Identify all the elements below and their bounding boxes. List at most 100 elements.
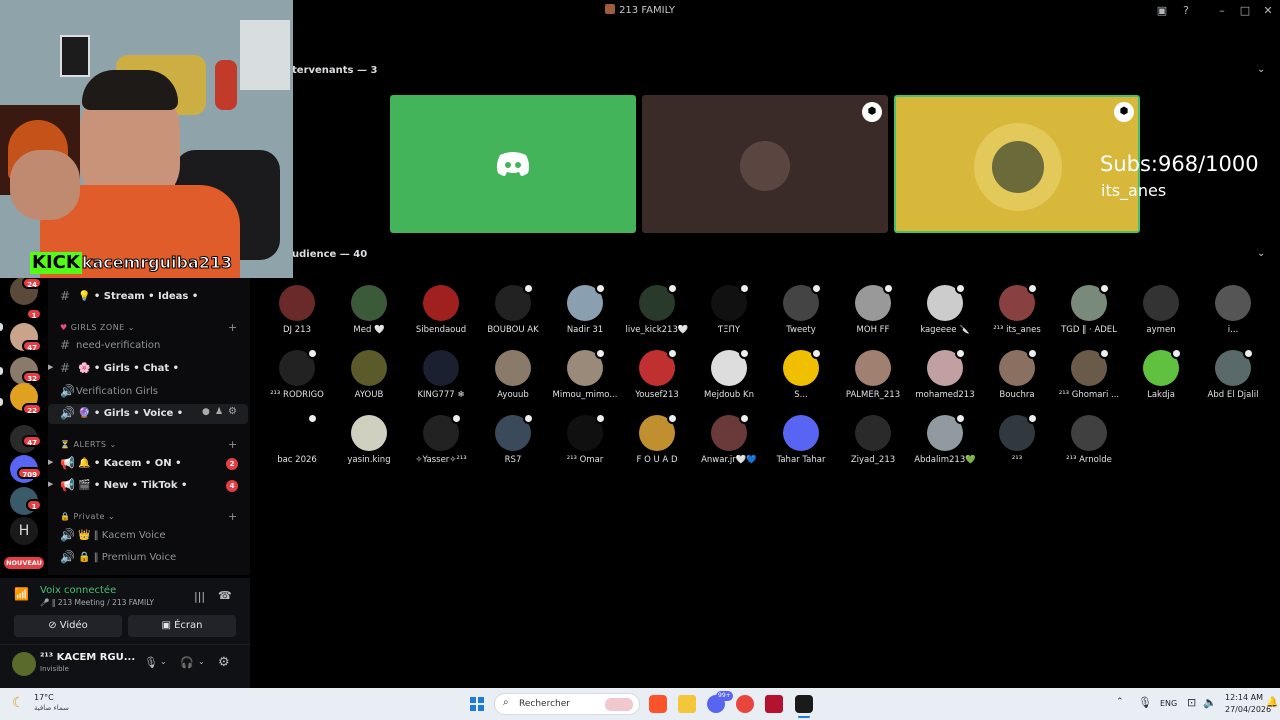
audience-member[interactable]: S... xyxy=(768,348,834,408)
audience-member[interactable]: Abd El Djalil xyxy=(1200,348,1266,408)
audience-member[interactable]: AYOUB xyxy=(336,350,402,408)
audience-member[interactable]: Sibendaoud xyxy=(408,285,474,343)
audience-member[interactable]: i... xyxy=(1200,285,1266,343)
audience-member[interactable]: Lakdja xyxy=(1128,348,1194,408)
audience-member[interactable]: Yousef213 xyxy=(624,348,690,408)
user-name[interactable]: ²¹³ KACEM RGU... xyxy=(40,652,135,663)
brave-icon[interactable] xyxy=(649,695,667,713)
weather-icon[interactable]: ☾ xyxy=(12,695,25,711)
add-channel-icon[interactable]: + xyxy=(228,510,238,523)
channel-kacem-on[interactable]: ▶ 📢 🔔 • Kacem • ON • 2 xyxy=(48,454,248,474)
chevron-up-icon[interactable]: ⌃ xyxy=(1116,697,1124,707)
channel-stream-ideas[interactable]: # 💡 • Stream • Ideas • xyxy=(48,287,248,307)
settings-gear-icon[interactable]: ⚙ xyxy=(228,406,237,417)
clock-date[interactable]: 27/04/2026 xyxy=(1225,705,1271,714)
server-icon[interactable]: H xyxy=(10,517,38,545)
weather-temp[interactable]: 17°C xyxy=(34,693,54,702)
minimize-icon[interactable]: – xyxy=(1215,4,1229,18)
audience-member[interactable]: Tahar Tahar xyxy=(768,415,834,473)
audience-member[interactable]: Med 🤍 xyxy=(336,285,402,343)
category-private[interactable]: 🔒 Private ⌄ + xyxy=(60,510,237,523)
channel-verification-girls[interactable]: 🔊 Verification Girls xyxy=(48,382,248,402)
category-alerts[interactable]: ⏳ ALERTS ⌄ + xyxy=(60,438,237,451)
audience-member[interactable]: DJ 213 xyxy=(264,285,330,343)
audience-member[interactable]: yasin.king xyxy=(336,415,402,473)
help-icon[interactable]: ? xyxy=(1179,4,1193,18)
audience-member[interactable]: BOUBOU AK xyxy=(480,283,546,343)
clock-time[interactable]: 12:14 AM xyxy=(1225,693,1263,702)
speakers-header[interactable]: tervenants — 3 xyxy=(292,65,377,76)
audience-member[interactable]: ²¹³ Omar xyxy=(552,413,618,473)
start-button-icon[interactable] xyxy=(470,697,484,711)
channel-new-tiktok[interactable]: ▶ 📢 🎬 • New • TikTok • 4 xyxy=(48,476,248,496)
notification-bell-icon[interactable]: 🔔 xyxy=(1266,697,1278,708)
audience-member[interactable]: Nadir 31 xyxy=(552,283,618,343)
channel-kacem-voice[interactable]: 🔊 👑 ‖ Kacem Voice xyxy=(48,526,248,546)
audience-member[interactable]: Ziyad_213 xyxy=(840,415,906,473)
add-channel-icon[interactable]: + xyxy=(228,321,238,334)
audience-header[interactable]: udience — 40 xyxy=(292,249,367,260)
channel-girls-voice[interactable]: 🔊 🔮 • Girls • Voice • ● ♟ ⚙ xyxy=(48,404,248,424)
video-button[interactable]: ⊘ Vidéo xyxy=(14,615,122,637)
audience-member[interactable]: F O U A D xyxy=(624,413,690,473)
audience-member[interactable]: ƬΞПY xyxy=(696,283,762,343)
audience-member[interactable]: ²¹³ Arnolde xyxy=(1056,415,1122,473)
avatar[interactable] xyxy=(12,652,36,676)
audience-member[interactable]: Ayouub xyxy=(480,350,546,408)
file-explorer-icon[interactable] xyxy=(678,695,696,713)
audience-member[interactable]: kageeee 🔪 xyxy=(912,283,978,343)
app-icon[interactable] xyxy=(765,695,783,713)
audience-member[interactable]: Mimou_mimo... xyxy=(552,348,618,408)
audience-member[interactable]: PALMER_213 xyxy=(840,350,906,408)
chevron-down-icon[interactable]: ⌄ xyxy=(1257,248,1265,259)
audience-member[interactable]: Tweety xyxy=(768,283,834,343)
audience-member[interactable]: live_kick213🤍 xyxy=(624,283,690,343)
channel-girls-chat[interactable]: ▶ # 🌸 • Girls • Chat • xyxy=(48,359,248,379)
audience-member[interactable]: ²¹³ RODRIGO xyxy=(264,348,330,408)
audience-member[interactable]: ✧Yasser✧²¹³ xyxy=(408,413,474,473)
network-icon[interactable]: ⊡ xyxy=(1187,696,1196,709)
audience-member[interactable]: ²¹³ its_anes xyxy=(984,283,1050,343)
add-channel-icon[interactable]: + xyxy=(228,438,238,451)
kick-app-icon[interactable] xyxy=(795,695,813,713)
microphone-icon[interactable]: 🎙 xyxy=(144,656,158,669)
noise-suppression-icon[interactable]: ||| xyxy=(194,590,205,603)
channel-need-verification[interactable]: # need-verification xyxy=(48,336,248,356)
disconnect-icon[interactable]: ☎ xyxy=(218,589,232,602)
user-settings-gear-icon[interactable]: ⚙ xyxy=(218,655,230,670)
close-icon[interactable]: ✕ xyxy=(1261,4,1275,18)
chat-icon[interactable]: ● xyxy=(202,407,210,417)
audience-member[interactable]: ²¹³ Ghomari ... xyxy=(1056,348,1122,408)
category-girls-zone[interactable]: ♥ GIRLS ZONE ⌄ + xyxy=(60,321,237,334)
chevron-down-icon[interactable]: ⌄ xyxy=(1257,64,1265,75)
speaker-tile[interactable] xyxy=(390,95,636,233)
audience-member[interactable]: bac 2026 xyxy=(264,413,330,473)
audience-member[interactable]: RS7 xyxy=(480,413,546,473)
invite-icon[interactable]: ♟ xyxy=(215,407,223,417)
chevron-down-icon[interactable]: ⌄ xyxy=(160,657,167,666)
screen-share-button[interactable]: ▣ Écran xyxy=(128,615,236,637)
audience-member[interactable]: Abdalim213💚 xyxy=(912,413,978,473)
audience-member[interactable]: aymen xyxy=(1128,285,1194,343)
microphone-tray-icon[interactable]: 🎙 xyxy=(1138,696,1152,709)
audience-member[interactable]: mohamed213 xyxy=(912,348,978,408)
volume-icon[interactable]: 🔈 xyxy=(1203,696,1217,709)
chevron-down-icon[interactable]: ⌄ xyxy=(198,657,205,666)
audience-member[interactable]: Mejdoub Kn xyxy=(696,348,762,408)
chrome-icon[interactable] xyxy=(736,695,754,713)
audience-member[interactable]: TGD ‖ · ADEL xyxy=(1056,283,1122,343)
headphones-icon[interactable]: 🎧 xyxy=(180,656,194,669)
language-indicator[interactable]: ENG xyxy=(1160,699,1177,708)
inbox-icon[interactable]: ▣ xyxy=(1155,4,1169,18)
speaker-tile[interactable]: ⬢ xyxy=(642,95,888,233)
audience-member[interactable]: KING777 ❄ xyxy=(408,350,474,408)
voice-channel-name[interactable]: 🎤 ‖ 213 Meeting / 213 FAMILY xyxy=(40,598,154,607)
channel-premium-voice[interactable]: 🔊 🔒 ‖ Premium Voice xyxy=(48,548,248,568)
audience-member[interactable]: ²¹³ xyxy=(984,413,1050,473)
signal-icon[interactable]: 📶 xyxy=(14,587,29,601)
audience-member[interactable]: Bouchra xyxy=(984,348,1050,408)
audience-member[interactable]: Anwar.jr🤍💙 xyxy=(696,413,762,473)
maximize-icon[interactable]: □ xyxy=(1238,4,1252,18)
taskbar-search[interactable]: ⌕ Rechercher xyxy=(494,693,640,715)
audience-member[interactable]: MÔH FF xyxy=(840,283,906,343)
